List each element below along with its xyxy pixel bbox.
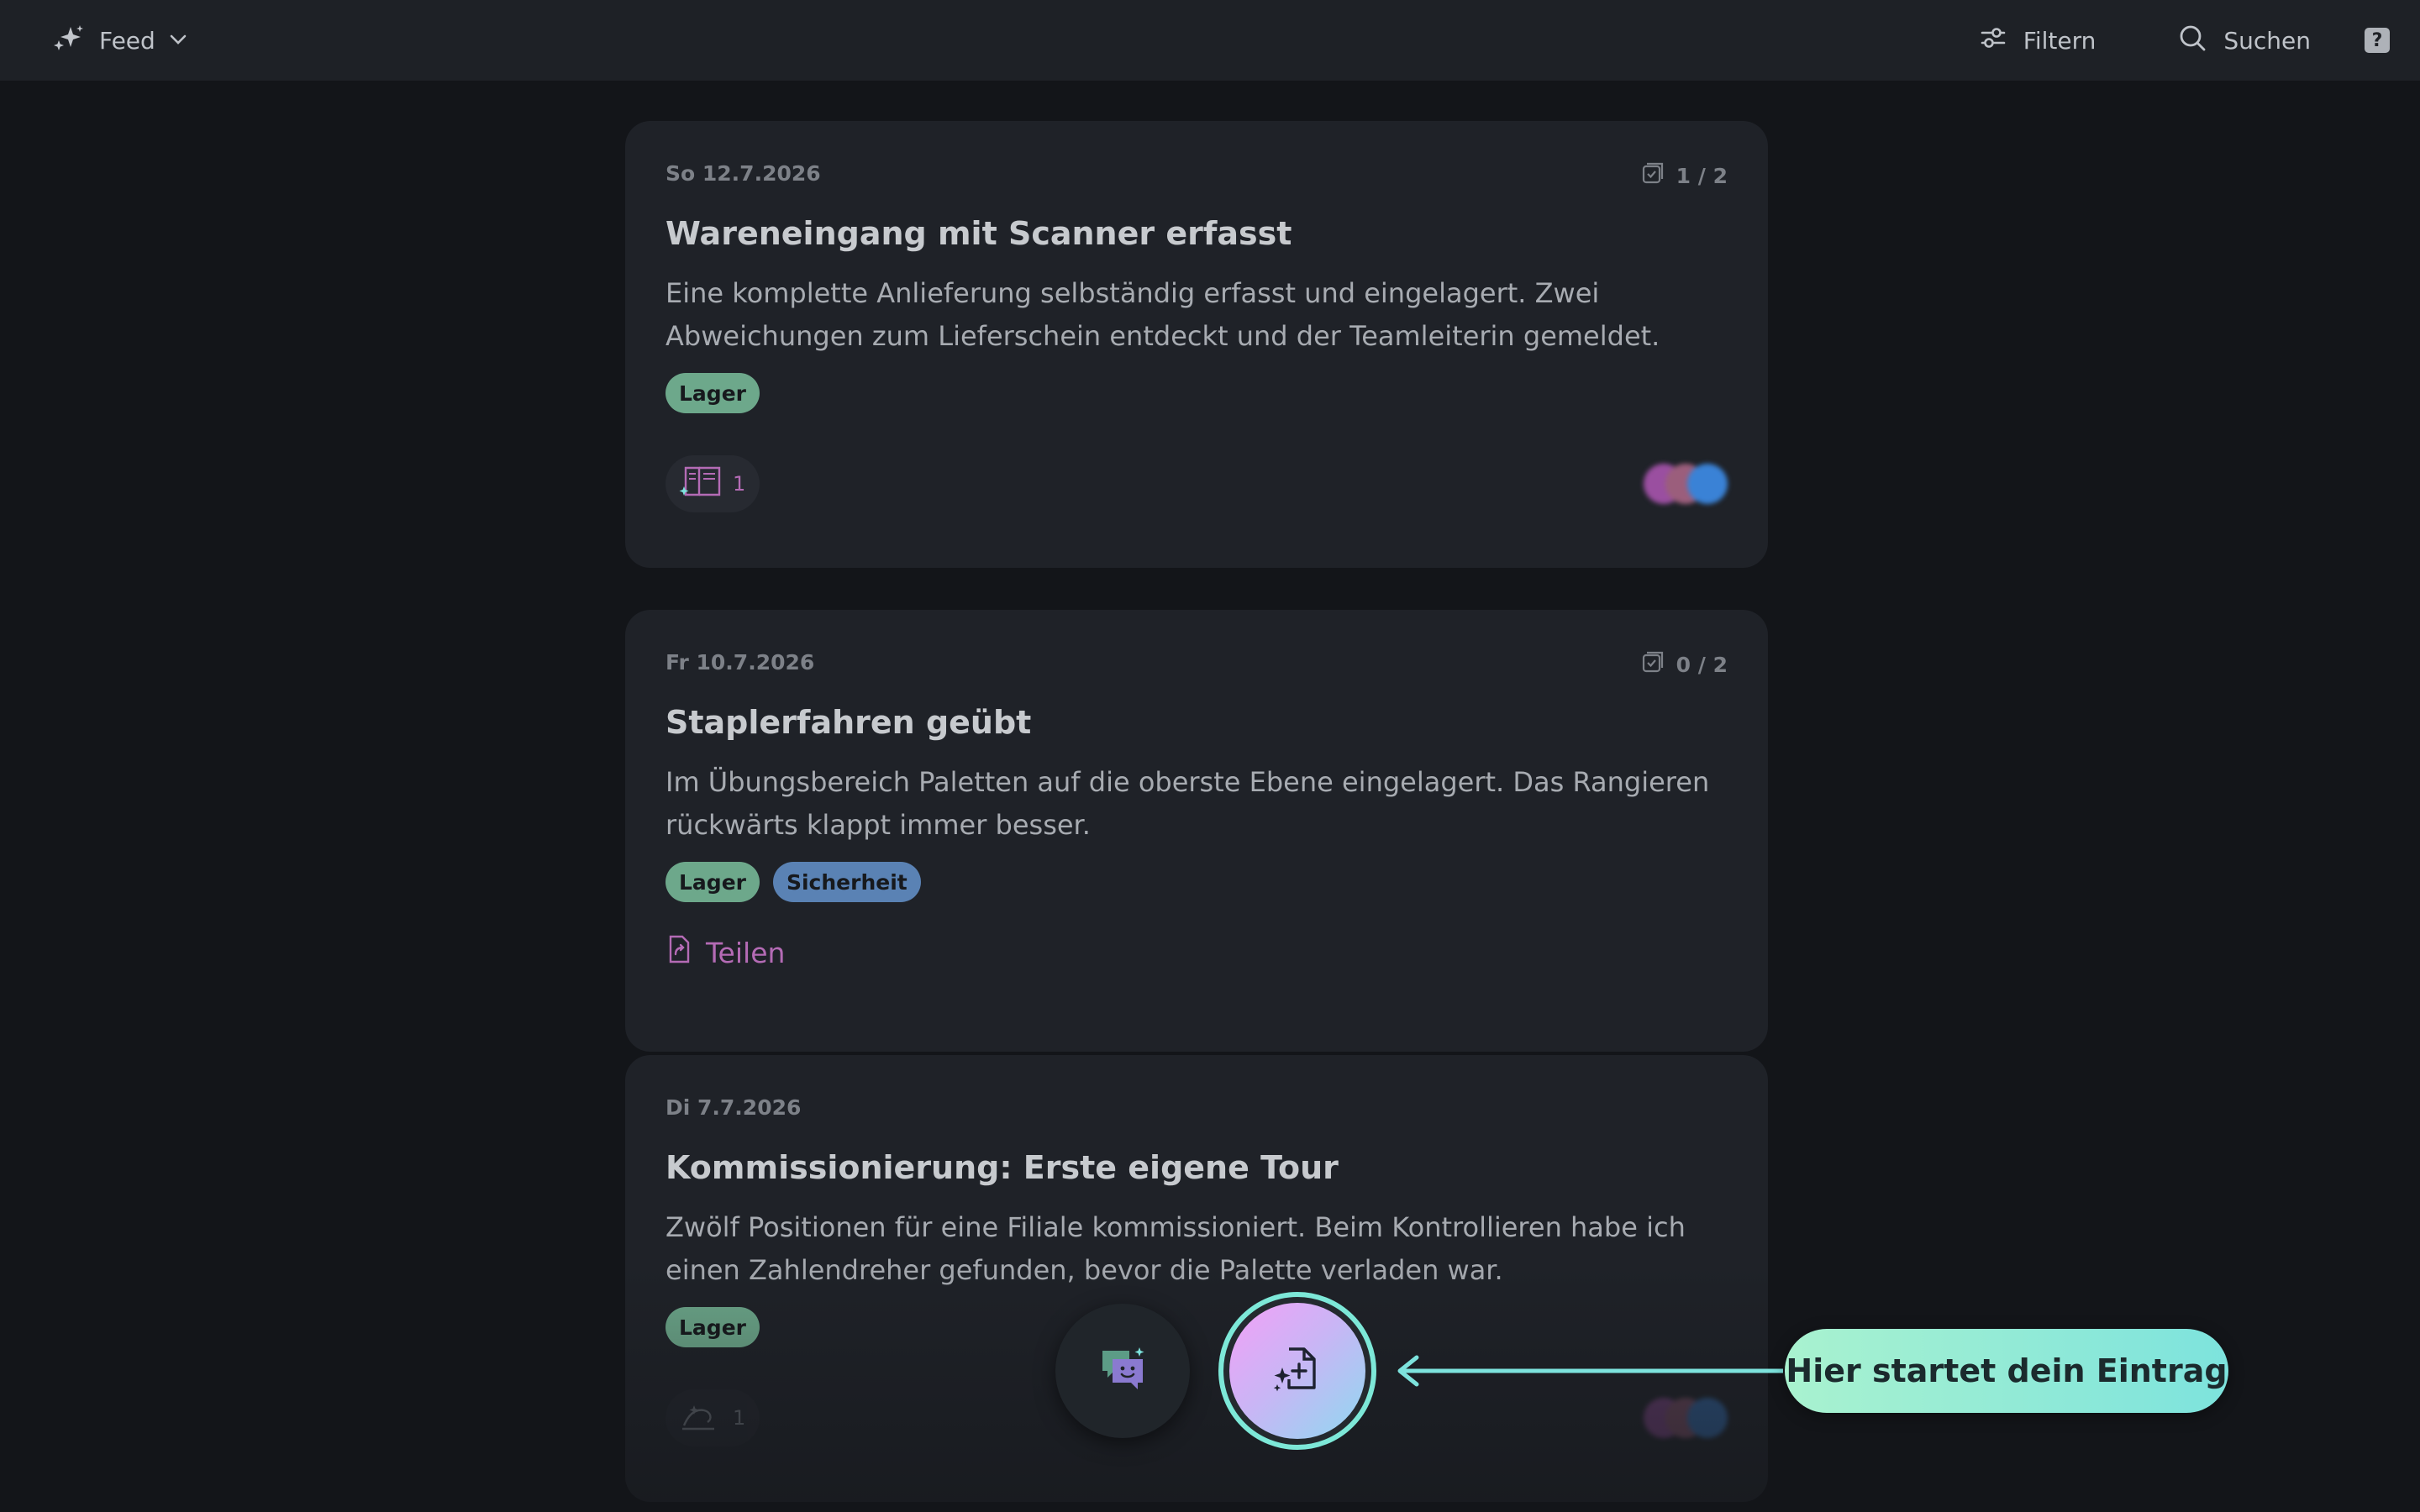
tag-list: Lager <box>666 1307 760 1347</box>
feed-label: Feed <box>99 26 155 55</box>
checklist-icon <box>1641 161 1665 190</box>
onboarding-hint: Hier startet dein Eintrag <box>1785 1329 2228 1413</box>
checklist-icon <box>1641 650 1665 679</box>
entry-card[interactable]: Fr 10.7.2026 0 / 2 Staplerfahren geübt I… <box>625 610 1768 1052</box>
tag-list: Lager Sicherheit <box>666 862 921 902</box>
filter-button[interactable]: Filtern <box>1980 25 2096 56</box>
tag-lager[interactable]: Lager <box>666 1307 760 1347</box>
tag-sicherheit[interactable]: Sicherheit <box>772 862 921 902</box>
avatar <box>1687 464 1728 504</box>
wave-icon <box>677 1397 723 1439</box>
filter-label: Filtern <box>2023 26 2096 55</box>
entry-text: Eine komplette Anlieferung selbständig e… <box>666 277 1660 352</box>
reflection-chip[interactable]: 1 <box>666 1389 760 1446</box>
sparkles-icon <box>52 24 86 57</box>
tag-lager[interactable]: Lager <box>666 373 760 413</box>
entry-date: So 12.7.2026 <box>666 161 821 186</box>
onboarding-hint-text: Hier startet dein Eintrag <box>1786 1352 2228 1389</box>
entry-title: Staplerfahren geübt <box>666 704 1032 741</box>
entry-card[interactable]: Di 7.7.2026 Kommissionierung: Erste eige… <box>625 1055 1768 1502</box>
help-button[interactable]: ? <box>2365 28 2390 53</box>
progress-text: 0 / 2 <box>1676 652 1728 677</box>
checklist-progress: 0 / 2 <box>1641 650 1728 679</box>
new-entry-sparkle-icon <box>1270 1342 1324 1399</box>
entry-date: Di 7.7.2026 <box>666 1095 802 1120</box>
new-entry-button-face <box>1229 1303 1365 1439</box>
entry-card[interactable]: So 12.7.2026 1 / 2 Wareneingang mit Scan… <box>625 121 1768 568</box>
entry-title: Kommissionierung: Erste eigene Tour <box>666 1149 1339 1186</box>
top-bar: Feed Filtern Suchen ? <box>0 0 2420 81</box>
reflection-count: 1 <box>733 1406 746 1430</box>
avatar-group[interactable] <box>1644 1398 1728 1441</box>
tag-list: Lager <box>666 373 760 413</box>
checklist-progress: 1 / 2 <box>1641 161 1728 190</box>
avatar-group[interactable] <box>1644 464 1728 507</box>
new-entry-button[interactable] <box>1218 1292 1376 1450</box>
share-button[interactable]: Teilen <box>666 934 785 971</box>
share-document-icon <box>666 934 692 971</box>
avatar <box>1687 1398 1728 1438</box>
reflection-count: 1 <box>733 472 746 496</box>
search-label: Suchen <box>2223 26 2311 55</box>
reflection-chip[interactable]: 1 <box>666 455 760 512</box>
entry-date: Fr 10.7.2026 <box>666 650 815 675</box>
entry-title: Wareneingang mit Scanner erfasst <box>666 215 1292 252</box>
chat-smile-icon <box>1096 1342 1150 1399</box>
hint-arrow <box>1397 1355 1783 1387</box>
sliders-icon <box>1980 25 2007 56</box>
chat-action-button[interactable] <box>1055 1304 1190 1438</box>
reflection-book-icon <box>677 463 723 505</box>
question-mark-icon: ? <box>2371 29 2383 51</box>
search-icon <box>2178 24 2207 58</box>
search-button[interactable]: Suchen <box>2178 24 2311 58</box>
tag-lager[interactable]: Lager <box>666 862 760 902</box>
progress-text: 1 / 2 <box>1676 163 1728 188</box>
entry-text: Zwölf Positionen für eine Filiale kommis… <box>666 1211 1686 1286</box>
entry-text: Im Übungsbereich Paletten auf die oberst… <box>666 766 1710 841</box>
chevron-down-icon <box>169 33 187 49</box>
share-label: Teilen <box>706 936 786 969</box>
feed-switcher[interactable]: Feed <box>52 0 187 81</box>
